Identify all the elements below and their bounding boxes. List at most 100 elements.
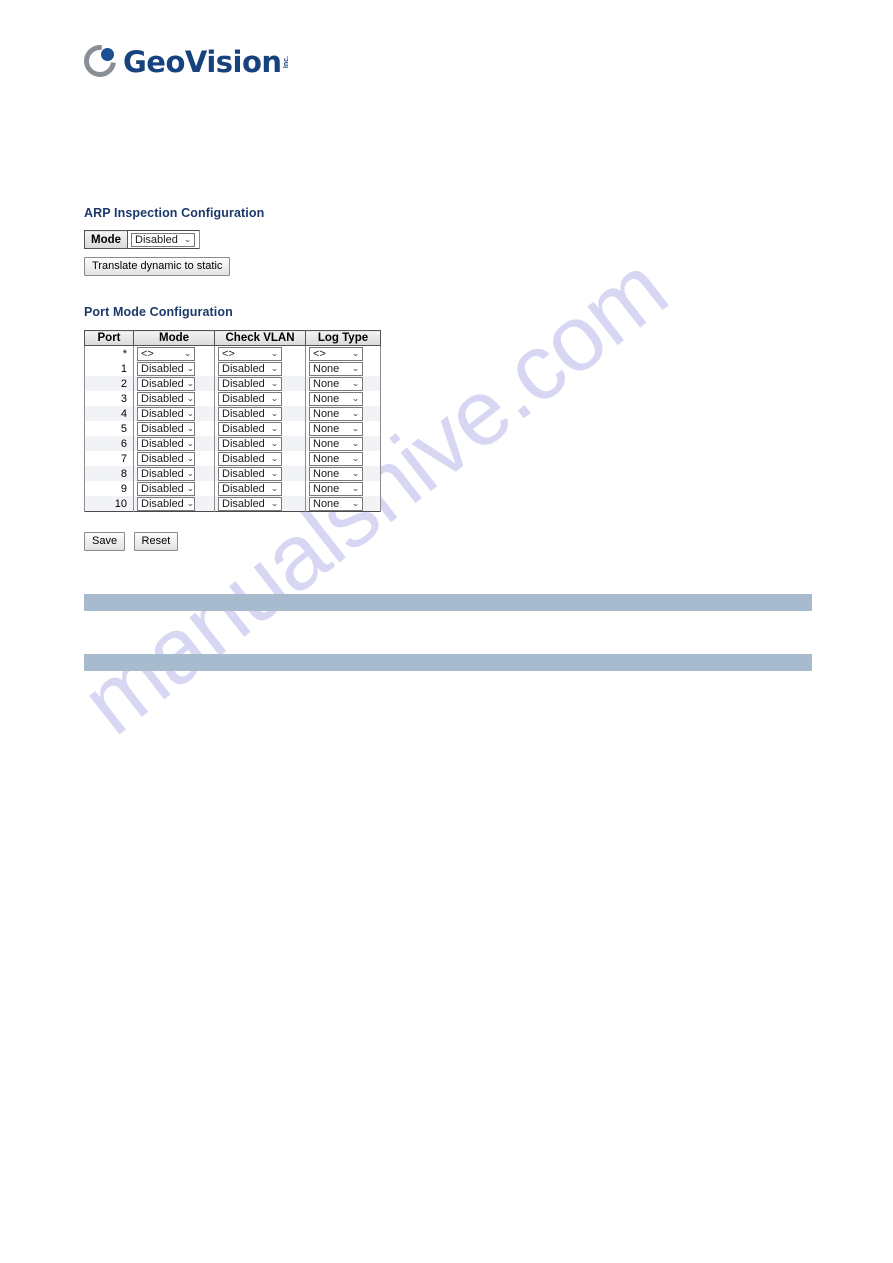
log-type-cell: <> ⌄	[305, 345, 381, 361]
check-vlan-select-port-7[interactable]: Disabled ⌄	[218, 451, 282, 466]
chevron-down-icon: ⌄	[270, 498, 279, 508]
check-vlan-cell: Disabled ⌄	[214, 406, 306, 421]
logo-arc-icon	[77, 38, 123, 84]
chevron-down-icon: ⌄	[351, 408, 360, 418]
mode-cell: Disabled ⌄	[133, 436, 215, 451]
log-type-select-port-5[interactable]: None ⌄	[309, 421, 363, 436]
port-number-cell: *	[84, 345, 134, 361]
table-row: 5 Disabled ⌄ Disabled ⌄ None ⌄	[84, 421, 381, 436]
port-number-cell: 4	[84, 406, 134, 421]
chevron-down-icon: ⌄	[270, 483, 279, 493]
chevron-down-icon: ⌄	[270, 378, 279, 388]
check-vlan-cell: Disabled ⌄	[214, 496, 306, 512]
arp-mode-select[interactable]: Disabled ⌄	[131, 232, 196, 247]
check-vlan-select-port-1[interactable]: Disabled ⌄	[218, 361, 282, 376]
mode-cell: Disabled ⌄	[133, 481, 215, 496]
port-number-cell: 10	[84, 496, 134, 512]
port-number-cell: 5	[84, 421, 134, 436]
log-type-select-port-1[interactable]: None ⌄	[309, 361, 363, 376]
mode-cell: Disabled ⌄	[133, 376, 215, 391]
chevron-down-icon: ⌄	[186, 453, 195, 463]
mode-select-port-2[interactable]: Disabled ⌄	[137, 376, 195, 391]
chevron-down-icon: ⌄	[270, 363, 279, 373]
check-vlan-select-port-9[interactable]: Disabled ⌄	[218, 481, 282, 496]
log-type-select-port-4[interactable]: None ⌄	[309, 406, 363, 421]
mode-select-port-5[interactable]: Disabled ⌄	[137, 421, 195, 436]
port-mode-table: Port Mode Check VLAN Log Type * <> ⌄ <> ⌄ <> ⌄…	[84, 330, 381, 512]
mode-select-port-7[interactable]: Disabled ⌄	[137, 451, 195, 466]
logo-inc-suffix: Inc.	[282, 55, 290, 69]
check-vlan-select-port-2[interactable]: Disabled ⌄	[218, 376, 282, 391]
chevron-down-icon: ⌄	[351, 483, 360, 493]
check-vlan-cell: Disabled ⌄	[214, 481, 306, 496]
logo-dot-icon	[101, 48, 114, 61]
check-vlan-select-port-4[interactable]: Disabled ⌄	[218, 406, 282, 421]
chevron-down-icon: ⌄	[186, 468, 195, 478]
arp-mode-label: Mode	[83, 230, 129, 249]
log-type-cell: None ⌄	[305, 376, 381, 391]
mode-select-port-8[interactable]: Disabled ⌄	[137, 466, 195, 481]
column-header-check-vlan: Check VLAN	[214, 330, 306, 346]
mode-select-port-all[interactable]: <> ⌄	[137, 346, 195, 361]
check-vlan-select-port-6[interactable]: Disabled ⌄	[218, 436, 282, 451]
check-vlan-select-port-8[interactable]: Disabled ⌄	[218, 466, 282, 481]
mode-select-port-10[interactable]: Disabled ⌄	[137, 496, 195, 511]
chevron-down-icon: ⌄	[270, 408, 279, 418]
check-vlan-cell: Disabled ⌄	[214, 466, 306, 481]
log-type-select-port-7[interactable]: None ⌄	[309, 451, 363, 466]
mode-select-port-9[interactable]: Disabled ⌄	[137, 481, 195, 496]
log-type-cell: None ⌄	[305, 361, 381, 376]
mode-select-port-1[interactable]: Disabled ⌄	[137, 361, 195, 376]
mode-cell: Disabled ⌄	[133, 406, 215, 421]
table-row: 7 Disabled ⌄ Disabled ⌄ None ⌄	[84, 451, 381, 466]
chevron-down-icon: ⌄	[351, 498, 360, 508]
mode-select-port-3[interactable]: Disabled ⌄	[137, 391, 195, 406]
check-vlan-cell: Disabled ⌄	[214, 361, 306, 376]
check-vlan-cell: Disabled ⌄	[214, 376, 306, 391]
log-type-cell: None ⌄	[305, 481, 381, 496]
check-vlan-cell: Disabled ⌄	[214, 421, 306, 436]
column-header-port: Port	[84, 330, 134, 346]
section-divider-bar-1	[84, 594, 812, 611]
chevron-down-icon: ⌄	[351, 438, 360, 448]
chevron-down-icon: ⌄	[186, 423, 195, 433]
log-type-select-port-2[interactable]: None ⌄	[309, 376, 363, 391]
column-header-mode: Mode	[133, 330, 215, 346]
chevron-down-icon: ⌄	[186, 378, 195, 388]
mode-select-port-4[interactable]: Disabled ⌄	[137, 406, 195, 421]
log-type-select-port-3[interactable]: None ⌄	[309, 391, 363, 406]
log-type-select-port-9[interactable]: None ⌄	[309, 481, 363, 496]
log-type-cell: None ⌄	[305, 391, 381, 406]
chevron-down-icon: ⌄	[186, 498, 195, 508]
log-type-select-port-all[interactable]: <> ⌄	[309, 346, 363, 361]
reset-button[interactable]: Reset	[133, 532, 179, 551]
port-number-cell: 8	[84, 466, 134, 481]
log-type-cell: None ⌄	[305, 466, 381, 481]
save-button[interactable]: Save	[84, 532, 126, 551]
check-vlan-select-port-3[interactable]: Disabled ⌄	[218, 391, 282, 406]
table-row: 10 Disabled ⌄ Disabled ⌄ None ⌄	[84, 496, 381, 512]
mode-cell: Disabled ⌄	[133, 391, 215, 406]
chevron-down-icon: ⌄	[351, 468, 360, 478]
chevron-down-icon: ⌄	[270, 423, 279, 433]
log-type-select-port-6[interactable]: None ⌄	[309, 436, 363, 451]
check-vlan-select-port-all[interactable]: <> ⌄	[218, 346, 282, 361]
chevron-down-icon: ⌄	[351, 453, 360, 463]
translate-dynamic-to-static-button[interactable]: Translate dynamic to static	[84, 257, 231, 276]
action-button-row: Save Reset	[84, 531, 182, 551]
log-type-select-port-8[interactable]: None ⌄	[309, 466, 363, 481]
log-type-cell: None ⌄	[305, 421, 381, 436]
arp-inspection-configuration-title: ARP Inspection Configuration	[84, 206, 265, 220]
chevron-down-icon: ⌄	[351, 423, 360, 433]
check-vlan-cell: Disabled ⌄	[214, 451, 306, 466]
check-vlan-select-port-10[interactable]: Disabled ⌄	[218, 496, 282, 511]
table-row: 9 Disabled ⌄ Disabled ⌄ None ⌄	[84, 481, 381, 496]
log-type-select-port-10[interactable]: None ⌄	[309, 496, 363, 511]
check-vlan-select-port-5[interactable]: Disabled ⌄	[218, 421, 282, 436]
mode-cell: Disabled ⌄	[133, 361, 215, 376]
chevron-down-icon: ⌄	[183, 348, 192, 358]
chevron-down-icon: ⌄	[186, 483, 195, 493]
chevron-down-icon: ⌄	[186, 408, 195, 418]
port-mode-table-body: * <> ⌄ <> ⌄ <> ⌄ 1 Disabled ⌄ Disabled ⌄ None ⌄ 2 Disab…	[84, 345, 381, 512]
mode-select-port-6[interactable]: Disabled ⌄	[137, 436, 195, 451]
